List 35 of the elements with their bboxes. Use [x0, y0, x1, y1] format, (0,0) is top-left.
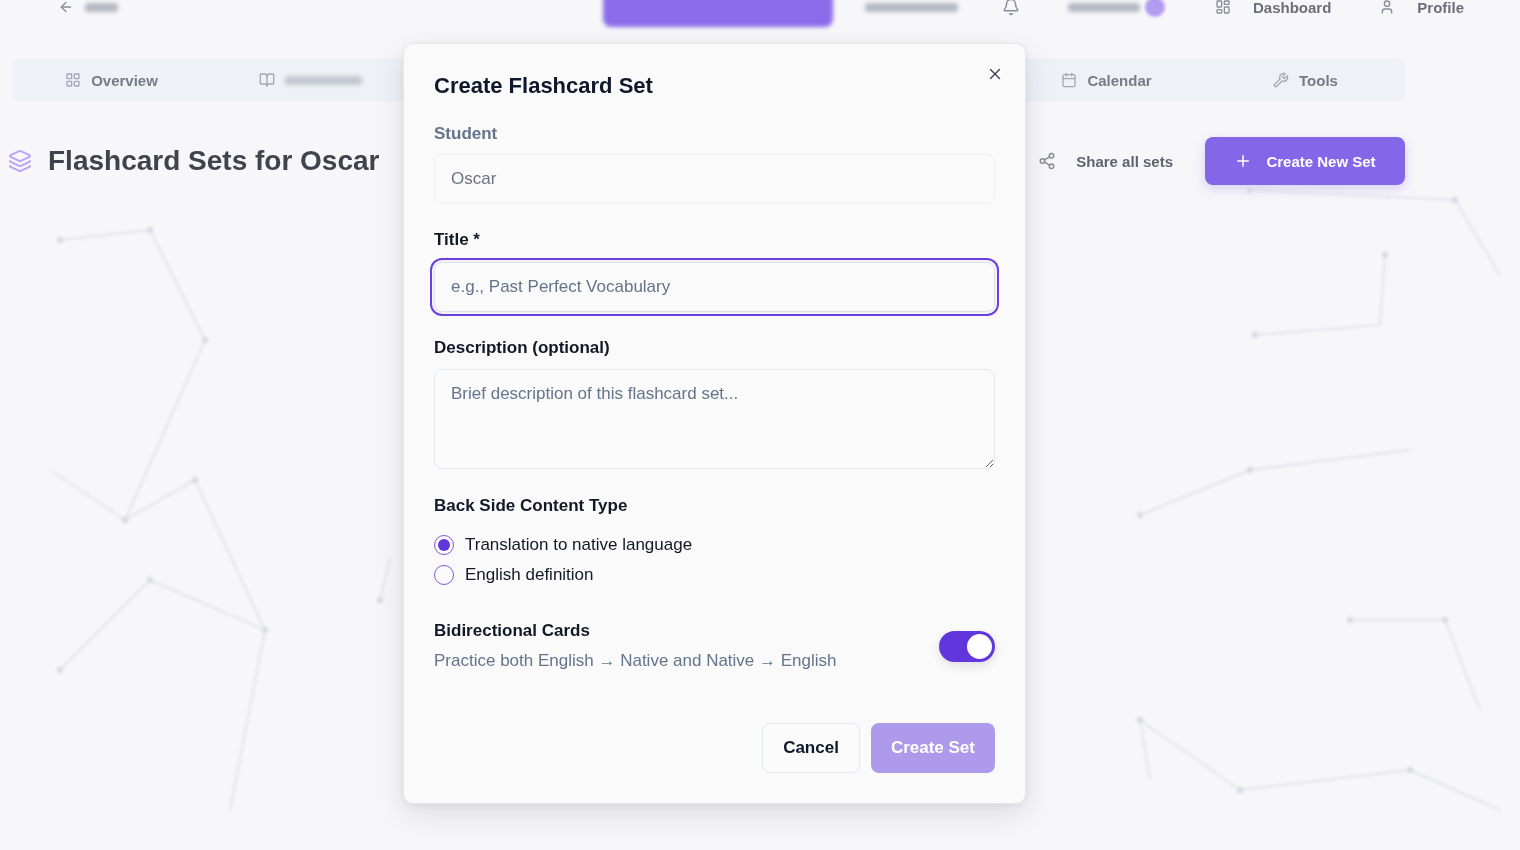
- grid-icon: [65, 72, 82, 88]
- tab[interactable]: Overview: [12, 58, 211, 102]
- cancel-button[interactable]: Cancel: [762, 723, 860, 773]
- tab[interactable]: Tools: [1206, 58, 1405, 102]
- bell-icon[interactable]: [1002, 0, 1020, 16]
- page-heading: Flashcard Sets for Oscar: [48, 145, 380, 177]
- share-link[interactable]: Share all sets: [1038, 152, 1173, 170]
- nav-link[interactable]: Profile: [1379, 0, 1465, 16]
- calendar-icon: [1061, 72, 1078, 88]
- radio-button[interactable]: [434, 535, 454, 555]
- create-new-set-button[interactable]: Create New Set: [1205, 137, 1405, 185]
- input-field[interactable]: e.g., Past Perfect Vocabulary: [434, 262, 995, 312]
- panels-grid-icon: [1215, 0, 1231, 15]
- textarea-field[interactable]: Brief description of this flashcard set...: [434, 369, 995, 469]
- blurred-text-bar: [85, 2, 118, 12]
- toggle-switch[interactable]: [939, 630, 995, 662]
- nav-link[interactable]: Dashboard: [1215, 0, 1332, 16]
- field-label: Description (optional): [434, 337, 611, 359]
- layers-icon: [8, 149, 32, 173]
- left-arrow-icon[interactable]: [58, 0, 74, 15]
- share-icon: [1038, 152, 1057, 170]
- toggle-description: Practice both English → Native and Native → English: [434, 650, 837, 672]
- radio-label[interactable]: English definition: [465, 565, 594, 585]
- dialog-title: Create Flashcard Set: [434, 72, 654, 100]
- tab[interactable]: Calendar: [1007, 58, 1206, 102]
- field-label: Student: [434, 123, 499, 145]
- toggle-label: Bidirectional Cards: [434, 620, 591, 642]
- field-label: Title *: [434, 229, 481, 251]
- blurred-text-bar: [1068, 2, 1140, 12]
- radio-label[interactable]: Translation to native language: [465, 535, 693, 555]
- group-label: Back Side Content Type: [434, 495, 629, 517]
- wrench-icon: [1273, 72, 1290, 88]
- radio-button[interactable]: [434, 565, 454, 585]
- badge-dot-icon: [1145, 0, 1165, 17]
- book-icon[interactable]: [259, 72, 275, 88]
